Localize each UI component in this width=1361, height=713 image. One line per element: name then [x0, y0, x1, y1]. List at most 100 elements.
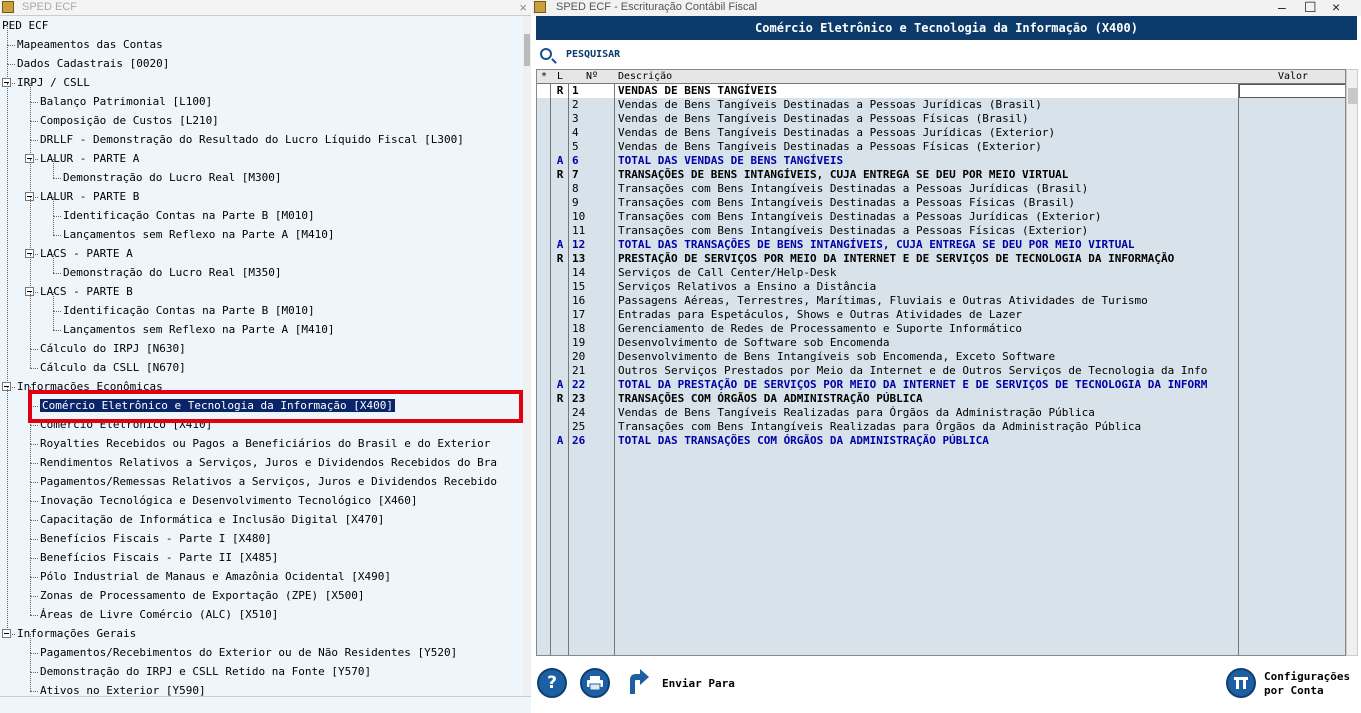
table-row[interactable]: A 26 TOTAL DAS TRANSAÇÕES COM ÓRGÃOS DA AD…	[537, 434, 1345, 448]
tree-connector	[30, 102, 31, 121]
row-level-cell: R	[556, 168, 564, 181]
grid-scrollbar[interactable]	[1346, 69, 1358, 656]
tree-item-label: Informações Gerais	[17, 627, 137, 640]
tree-item[interactable]: Áreas de Livre Comércio (ALC) [X510]	[40, 605, 278, 624]
tree-item[interactable]: Composição de Custos [L210]	[40, 111, 219, 130]
tree-connector	[7, 64, 15, 65]
tree-item[interactable]: PED ECF	[2, 16, 48, 35]
table-row[interactable]: A 6 TOTAL DAS VENDAS DE BENS TANGÍVEIS	[537, 154, 1345, 168]
scroll-thumb[interactable]	[1348, 88, 1357, 104]
tree-item[interactable]: Dados Cadastrais [0020]	[17, 54, 169, 73]
table-row[interactable]: R 23 TRANSAÇÕES COM ÓRGÃOS DA ADMINISTRAÇÃ…	[537, 392, 1345, 406]
tree-item-label: Zonas de Processamento de Exportação (ZP…	[40, 589, 365, 602]
tree-item-label: Cálculo da CSLL [N670]	[40, 361, 186, 374]
tree-item[interactable]: Lançamentos sem Reflexo na Parte A [M410…	[63, 320, 335, 339]
tree-item-label: Lançamentos sem Reflexo na Parte A [M410…	[63, 228, 335, 241]
table-row[interactable]: 20 Desenvolvimento de Bens Intangíveis so…	[537, 350, 1345, 364]
header-valor[interactable]: Valor	[1239, 70, 1345, 84]
table-row[interactable]: R 7 TRANSAÇÕES DE BENS INTANGÍVEIS, CUJA E…	[537, 168, 1345, 182]
tree-item[interactable]: Inovação Tecnológica e Desenvolvimento T…	[40, 491, 418, 510]
tree-item[interactable]: Royalties Recebidos ou Pagos a Beneficiá…	[40, 434, 490, 453]
tree-item[interactable]: DRLLF - Demonstração do Resultado do Luc…	[40, 130, 464, 149]
tree-item[interactable]: Cálculo da CSLL [N670]	[40, 358, 186, 377]
tree-item[interactable]: Demonstração do Lucro Real [M300]	[63, 168, 282, 187]
config-label-line1[interactable]: Configurações	[1264, 670, 1350, 683]
tree-connector	[7, 83, 8, 387]
send-arrow-icon[interactable]	[626, 668, 650, 696]
table-row[interactable]: 9 Transações com Bens Intangíveis Destina…	[537, 196, 1345, 210]
close-icon[interactable]: ×	[1332, 0, 1340, 15]
tree-item[interactable]: Balanço Patrimonial [L100]	[40, 92, 212, 111]
tree-item[interactable]: IRPJ / CSLL	[17, 73, 90, 92]
config-label-line2[interactable]: por Conta	[1264, 684, 1324, 697]
tree-item[interactable]: Pólo Industrial de Manaus e Amazônia Oci…	[40, 567, 391, 586]
header-l[interactable]: L	[551, 70, 569, 84]
table-row[interactable]: A 22 TOTAL DA PRESTAÇÃO DE SERVIÇOS POR ME…	[537, 378, 1345, 392]
table-row[interactable]: 19 Desenvolvimento de Software sob Encome…	[537, 336, 1345, 350]
table-row[interactable]: 25 Transações com Bens Intangíveis Realiz…	[537, 420, 1345, 434]
tree-item[interactable]: LALUR - PARTE A	[40, 149, 139, 168]
print-button[interactable]	[580, 668, 610, 698]
row-description-cell: Transações com Bens Intangíveis Destinad…	[618, 224, 1089, 237]
table-row[interactable]: A 12 TOTAL DAS TRANSAÇÕES DE BENS INTANGÍV…	[537, 238, 1345, 252]
tree-item[interactable]: Pagamentos/Recebimentos do Exterior ou d…	[40, 643, 457, 662]
tree-item[interactable]: LALUR - PARTE B	[40, 187, 139, 206]
help-button[interactable]: ?	[537, 668, 567, 698]
tree-item[interactable]: Identificação Contas na Parte B [M010]	[63, 206, 315, 225]
table-row[interactable]: 14 Serviços de Call Center/Help-Desk	[537, 266, 1345, 280]
header-star[interactable]: *	[537, 70, 551, 84]
tree-item[interactable]: Informações Gerais	[17, 624, 136, 643]
table-row[interactable]: 10 Transações com Bens Intangíveis Destin…	[537, 210, 1345, 224]
table-row[interactable]: 11 Transações com Bens Intangíveis Destin…	[537, 224, 1345, 238]
table-row[interactable]: 3 Vendas de Bens Tangíveis Destinadas a P…	[537, 112, 1345, 126]
table-row[interactable]: 16 Passagens Aéreas, Terrestres, Marítima…	[537, 294, 1345, 308]
row-description-cell: TOTAL DAS VENDAS DE BENS TANGÍVEIS	[618, 154, 844, 167]
help-icon: ?	[547, 673, 557, 693]
tree-item[interactable]: Benefícios Fiscais - Parte II [X485]	[40, 548, 278, 567]
row-number-cell: 5	[572, 140, 579, 153]
tree-item[interactable]: Benefícios Fiscais - Parte I [X480]	[40, 529, 272, 548]
table-row[interactable]: 17 Entradas para Espetáculos, Shows e Out…	[537, 308, 1345, 322]
minimize-icon[interactable]: –	[1278, 0, 1286, 15]
tree-connector	[7, 387, 8, 634]
tree-item[interactable]: Capacitação de Informática e Inclusão Di…	[40, 510, 384, 529]
header-n[interactable]: Nº	[569, 70, 615, 84]
table-row[interactable]: 21 Outros Serviços Prestados por Meio da …	[537, 364, 1345, 378]
header-desc[interactable]: Descrição	[615, 70, 1239, 84]
tree-item[interactable]: Identificação Contas na Parte B [M010]	[63, 301, 315, 320]
tree-item[interactable]: Ativos no Exterior [Y590]	[40, 681, 206, 696]
tree-item[interactable]: Demonstração do Lucro Real [M350]	[63, 263, 282, 282]
table-row[interactable]: 15 Serviços Relativos a Ensino a Distânci…	[537, 280, 1345, 294]
tree-connector	[30, 558, 38, 559]
row-level-cell: A	[556, 434, 564, 447]
row-description-cell: Vendas de Bens Tangíveis Destinadas a Pe…	[618, 126, 1056, 139]
table-row[interactable]: 24 Vendas de Bens Tangíveis Realizadas pa…	[537, 406, 1345, 420]
tree-item[interactable]: Zonas de Processamento de Exportação (ZP…	[40, 586, 365, 605]
row-description-cell: TRANSAÇÕES COM ÓRGÃOS DA ADMINISTRAÇÃO P…	[618, 392, 923, 405]
tree-connector	[53, 273, 61, 274]
send-to-label[interactable]: Enviar Para	[662, 677, 735, 690]
table-row[interactable]: R 1 VENDAS DE BENS TANGÍVEIS	[537, 84, 1345, 98]
table-row[interactable]: R 13 PRESTAÇÃO DE SERVIÇOS POR MEIO DA INT…	[537, 252, 1345, 266]
maximize-icon[interactable]: ☐	[1304, 0, 1317, 16]
row-description-cell: PRESTAÇÃO DE SERVIÇOS POR MEIO DA INTERN…	[618, 252, 1175, 265]
tree-item[interactable]: Mapeamentos das Contas	[17, 35, 163, 54]
table-row[interactable]: 2 Vendas de Bens Tangíveis Destinadas a P…	[537, 98, 1345, 112]
tree-item[interactable]: Demonstração do IRPJ e CSLL Retido na Fo…	[40, 662, 371, 681]
table-row[interactable]: 5 Vendas de Bens Tangíveis Destinadas a P…	[537, 140, 1345, 154]
config-button[interactable]	[1226, 668, 1256, 698]
table-row[interactable]: 8 Transações com Bens Intangíveis Destina…	[537, 182, 1345, 196]
tree-item-label: Benefícios Fiscais - Parte II [X485]	[40, 551, 279, 564]
tree-item[interactable]: Pagamentos/Remessas Relativos a Serviços…	[40, 472, 497, 491]
tree-item-label: Lançamentos sem Reflexo na Parte A [M410…	[63, 323, 335, 336]
tree-item[interactable]: Lançamentos sem Reflexo na Parte A [M410…	[63, 225, 335, 244]
data-grid[interactable]: * L Nº Descrição Valor R 1 VENDAS DE BENS …	[536, 69, 1346, 656]
close-icon[interactable]: ×	[519, 0, 527, 15]
collapse-toggle-icon[interactable]	[2, 629, 11, 638]
tree-scrollbar[interactable]	[523, 16, 531, 696]
scroll-thumb[interactable]	[524, 34, 530, 66]
tree-item[interactable]: Cálculo do IRPJ [N630]	[40, 339, 186, 358]
table-row[interactable]: 4 Vendas de Bens Tangíveis Destinadas a P…	[537, 126, 1345, 140]
tree-item[interactable]: Rendimentos Relativos a Serviços, Juros …	[40, 453, 497, 472]
table-row[interactable]: 18 Gerenciamento de Redes de Processament…	[537, 322, 1345, 336]
